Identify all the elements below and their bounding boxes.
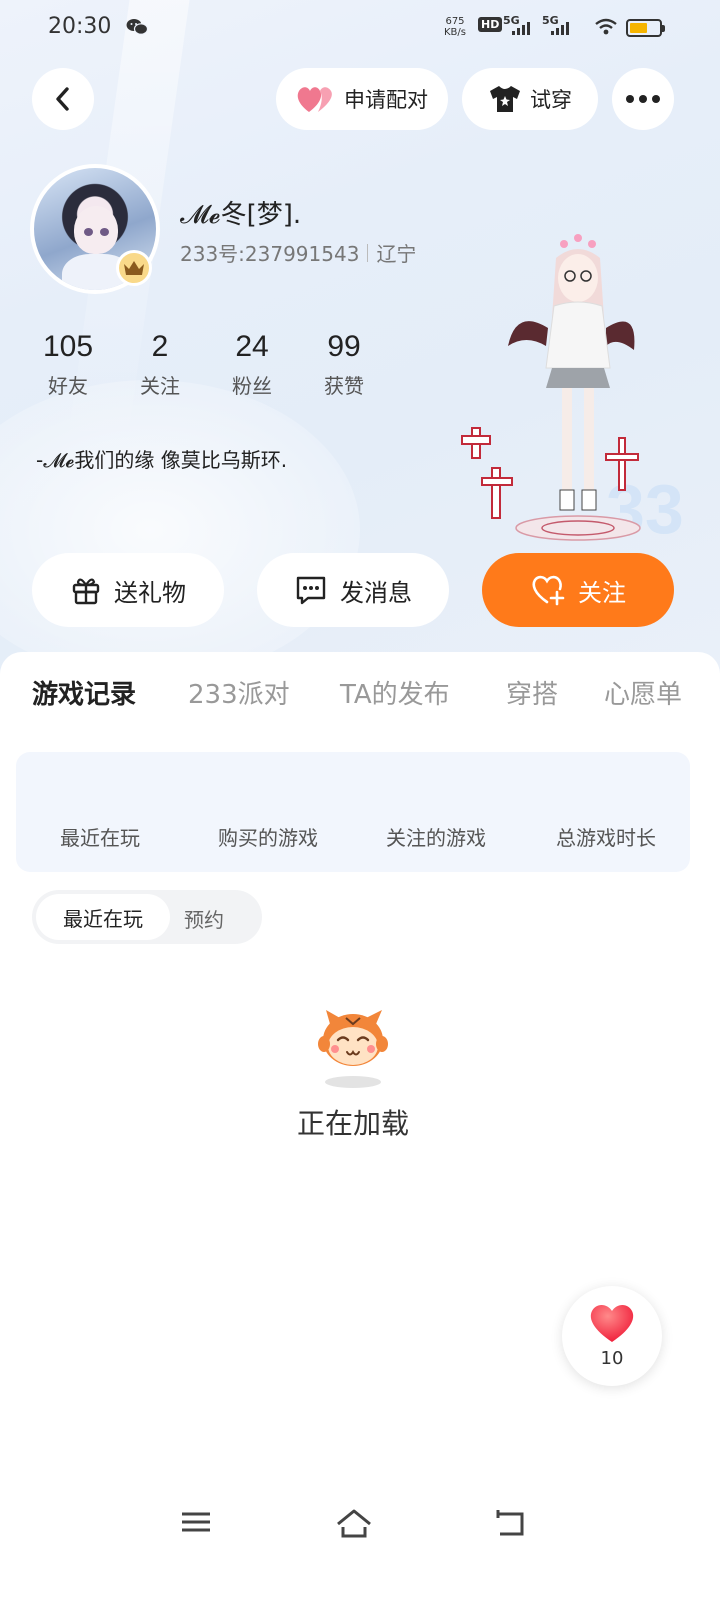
profile-tabs: 游戏记录 233派对 TA的发布 穿搭 心愿单 (0, 674, 720, 759)
stat-label: 关注 (140, 374, 180, 398)
segment-recent-played[interactable]: 最近在玩 (36, 894, 170, 940)
stat-value: 105 (42, 330, 94, 363)
tab-game-records[interactable]: 游戏记录 (32, 674, 136, 711)
stat-value: 24 (235, 330, 269, 363)
net-speed: 675 KB/s (444, 16, 466, 38)
stat-friends[interactable]: 105 好友 (22, 330, 114, 399)
crown-icon (124, 261, 144, 275)
send-gift-label: 送礼物 (114, 578, 186, 607)
wifi-icon (595, 18, 617, 35)
like-button[interactable]: 10 (562, 1286, 662, 1386)
request-match-button[interactable]: 申请配对 (276, 68, 448, 130)
sim2-signal-icon (551, 22, 569, 35)
user-region: 辽宁 (376, 242, 417, 266)
uid-row: 233号:237991543 辽宁 (180, 238, 416, 267)
stat-value: 2 (151, 330, 169, 363)
tab-outfits[interactable]: 穿搭 (506, 674, 558, 711)
request-match-label: 申请配对 (344, 88, 428, 112)
try-on-label: 试穿 (530, 88, 572, 112)
summary-followed-games[interactable]: 关注的游戏 (352, 822, 520, 851)
follow-button[interactable]: 关注 (482, 553, 674, 627)
stat-label: 好友 (48, 374, 88, 398)
summary-recent-played[interactable]: 最近在玩 (16, 822, 184, 851)
bio: -𝓜𝓮我们的缘 像莫比乌斯环. (36, 448, 288, 472)
segment-reserved[interactable]: 预约 (184, 904, 224, 933)
send-message-button[interactable]: 发消息 (257, 553, 449, 627)
loading-text: 正在加载 (296, 1107, 409, 1140)
more-button[interactable] (612, 68, 674, 130)
loading-mascot-icon (318, 1010, 388, 1088)
stats-row: 105 好友 2 关注 24 粉丝 99 获赞 (22, 330, 390, 399)
battery-icon (626, 19, 665, 37)
heart-icon (297, 87, 332, 112)
tab-wishlist[interactable]: 心愿单 (604, 674, 682, 711)
back-button[interactable] (32, 68, 94, 130)
avatar-character-illustration[interactable]: 33 (456, 228, 706, 558)
return-icon[interactable] (494, 1508, 526, 1538)
user-id: 233号:237991543 (180, 242, 360, 266)
send-message-label: 发消息 (340, 578, 412, 607)
wechat-icon (126, 19, 148, 35)
system-nav-bar (0, 1490, 720, 1560)
status-bar: 20:30 675 KB/s HD 5G 5G (0, 0, 720, 56)
more-icon (626, 95, 660, 103)
divider (367, 243, 369, 262)
sim1-signal-icon (512, 22, 530, 35)
stat-label: 粉丝 (232, 374, 272, 398)
like-count: 10 (600, 1348, 624, 1369)
menu-icon[interactable] (180, 1508, 212, 1536)
summary-total-playtime[interactable]: 总游戏时长 (522, 822, 690, 851)
home-icon[interactable] (334, 1508, 374, 1540)
send-gift-button[interactable]: 送礼物 (32, 553, 224, 627)
try-on-button[interactable]: 试穿 (462, 68, 598, 130)
tshirt-icon (490, 86, 520, 112)
stat-fans[interactable]: 24 粉丝 (206, 330, 298, 399)
content-panel: 游戏记录 233派对 TA的发布 穿搭 心愿单 最近在玩 购买的游戏 关注的游戏… (0, 652, 720, 1600)
heart-icon (590, 1305, 634, 1342)
status-time: 20:30 (48, 14, 112, 39)
stat-likes[interactable]: 99 获赞 (298, 330, 390, 399)
tab-233-party[interactable]: 233派对 (188, 674, 290, 711)
tab-ta-posts[interactable]: TA的发布 (340, 674, 450, 711)
game-summary-card: 最近在玩 购买的游戏 关注的游戏 总游戏时长 (16, 752, 690, 872)
hd-badge: HD (478, 17, 503, 32)
heart-plus-icon (532, 575, 565, 606)
game-filter-segment: 最近在玩 预约 (32, 890, 262, 944)
back-icon (56, 87, 69, 111)
nickname: 𝓜𝓮冬[梦]. (180, 200, 302, 230)
chat-icon (296, 576, 326, 605)
stat-value: 99 (327, 330, 361, 363)
crown-badge (116, 250, 152, 286)
stat-label: 获赞 (324, 374, 364, 398)
gift-icon (72, 578, 100, 605)
summary-purchased-games[interactable]: 购买的游戏 (184, 822, 352, 851)
stat-following[interactable]: 2 关注 (114, 330, 206, 399)
follow-label: 关注 (578, 578, 626, 607)
